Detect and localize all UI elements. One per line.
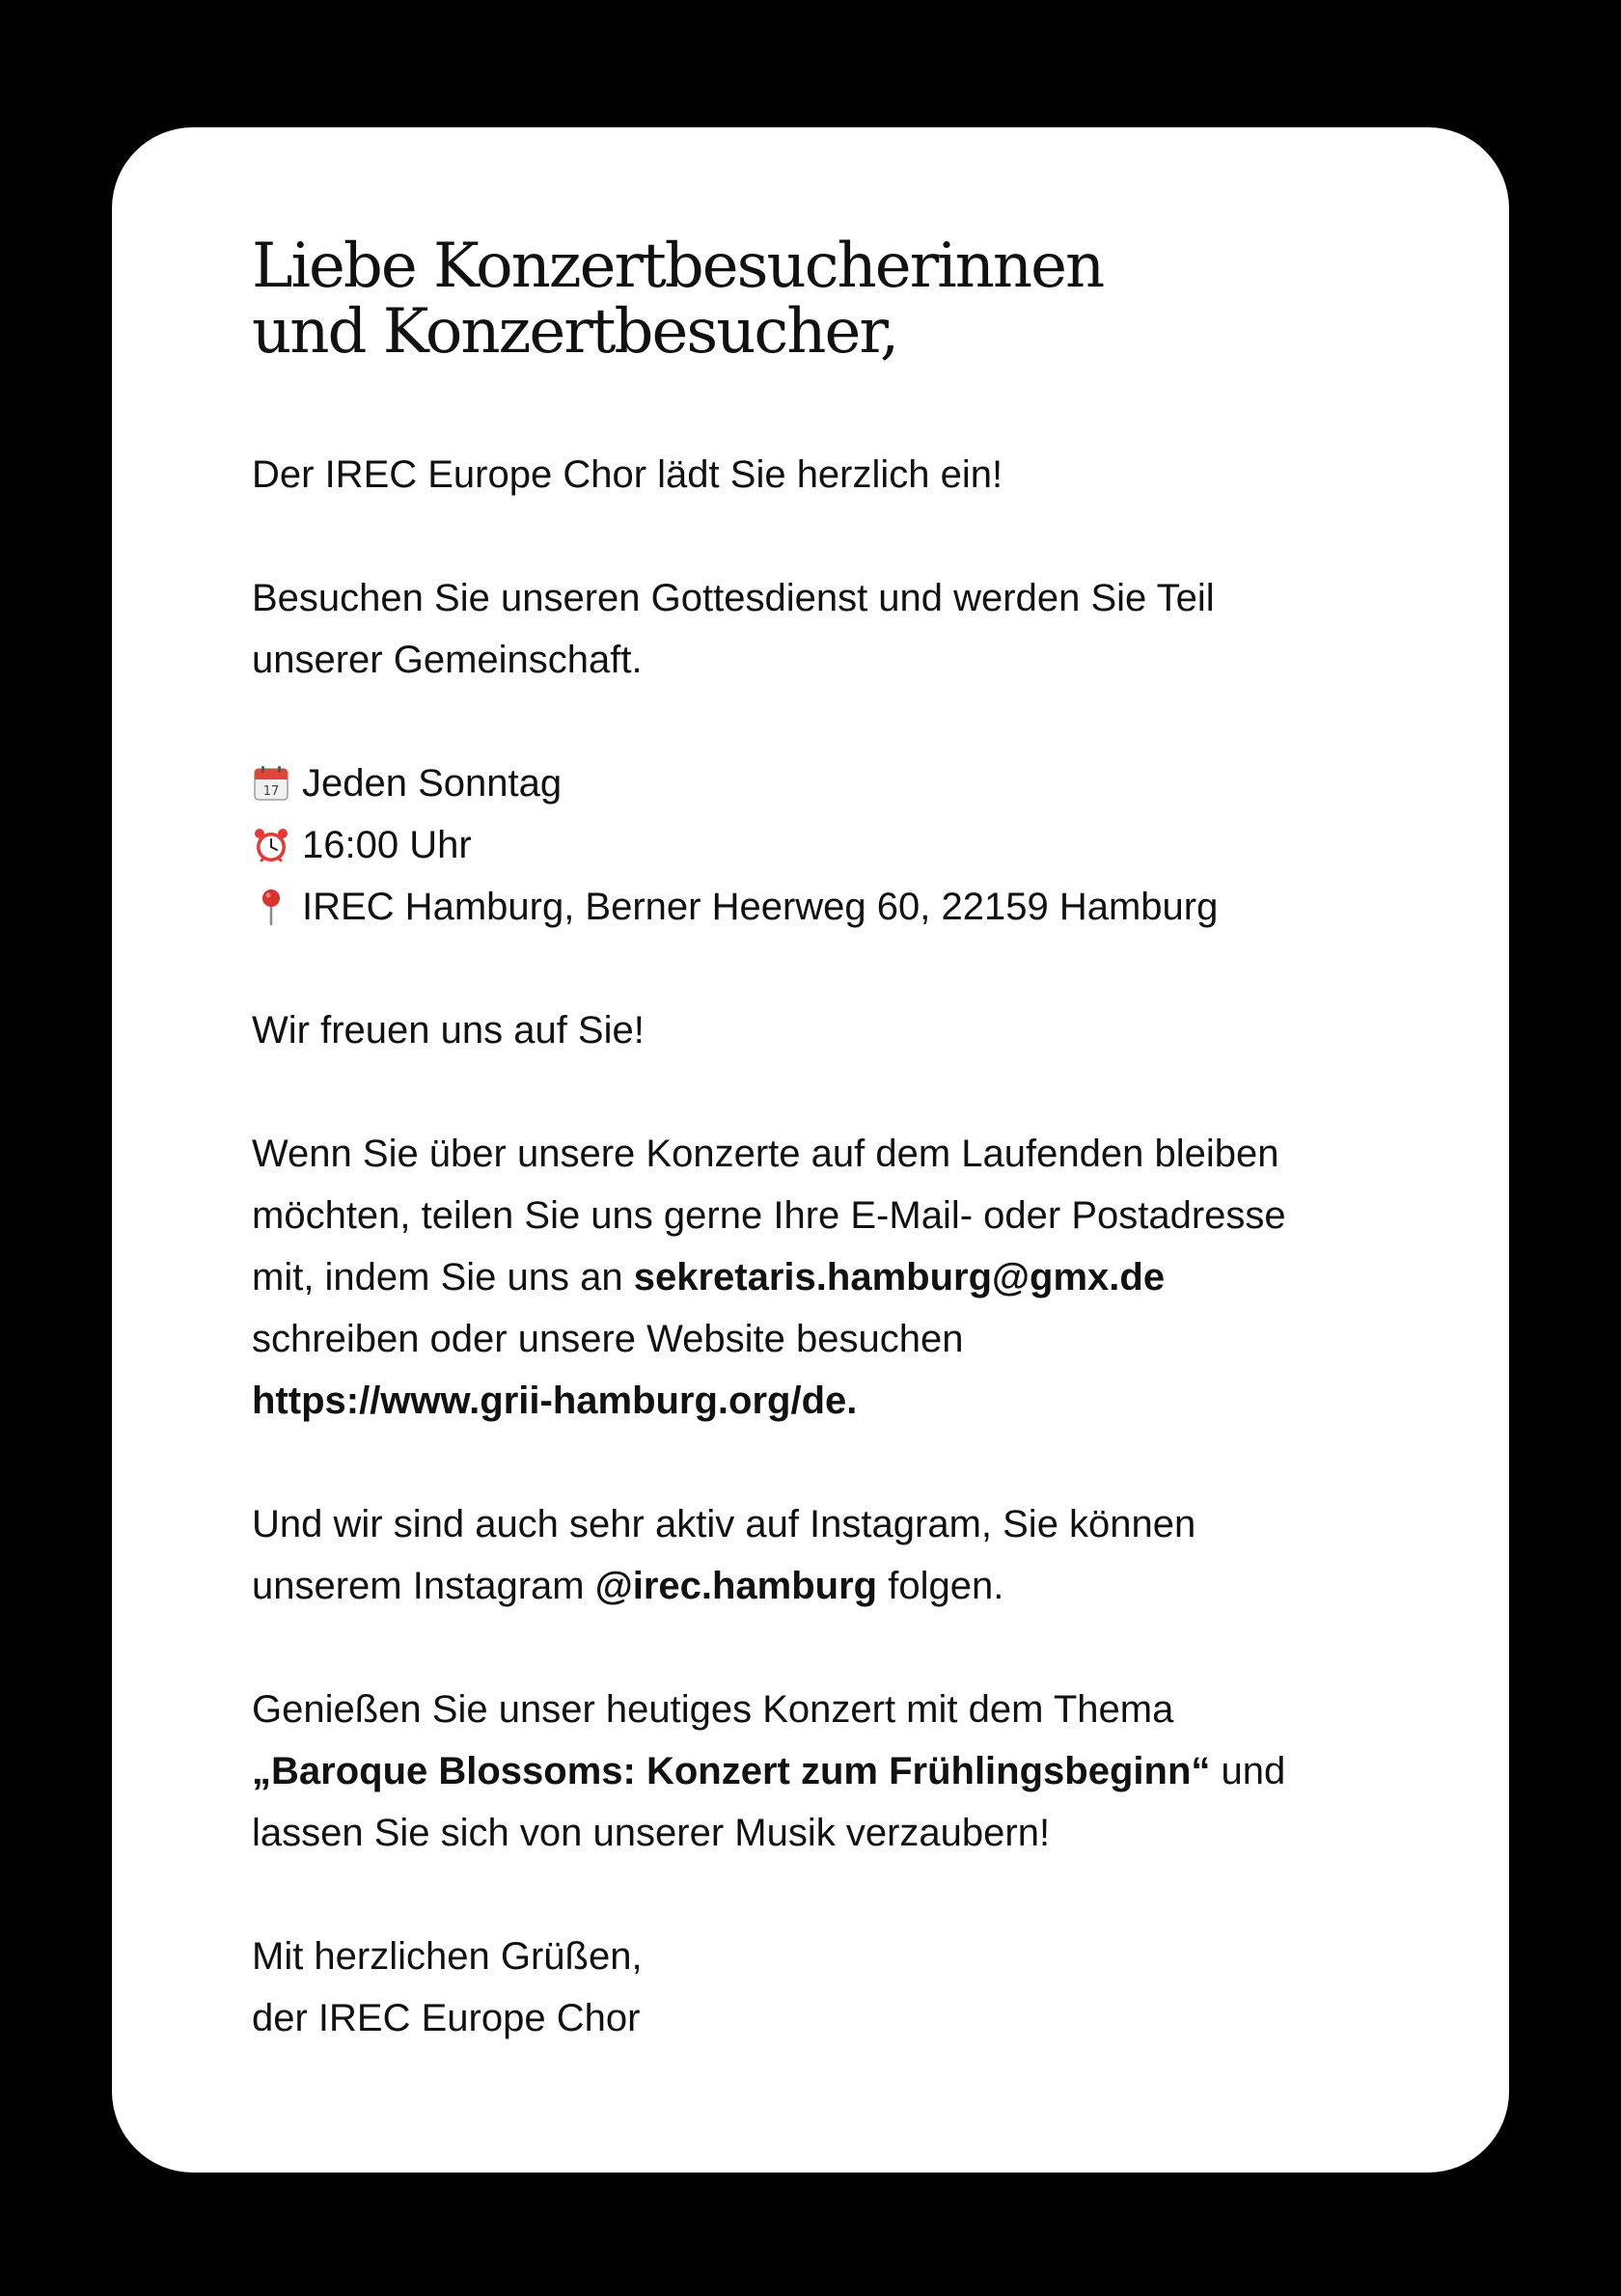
service-line-2: unserer Gemeinschaft.	[252, 639, 643, 681]
svg-text:17: 17	[263, 784, 280, 799]
contact-line-3: mit, indem Sie uns an sekretaris.hamburg…	[252, 1246, 1419, 1308]
detail-time: 16:00 Uhr	[252, 814, 1419, 876]
letter-card: Liebe Konzertbesucherinnen und Konzertbe…	[112, 127, 1509, 2173]
concert-line-1: Genießen Sie unser heutiges Konzert mit …	[252, 1688, 1174, 1731]
instagram-line-1: Und wir sind auch sehr aktiv auf Instagr…	[252, 1503, 1196, 1545]
closing-line-2: der IREC Europe Chor	[252, 1997, 641, 2039]
detail-time-text: 16:00 Uhr	[302, 824, 472, 866]
detail-day: 17 Jeden Sonntag	[252, 752, 1419, 814]
invite-text: Der IREC Europe Chor lädt Sie herzlich e…	[252, 453, 1003, 496]
instagram-line-2: unserem Instagram @irec.hamburg folgen.	[252, 1555, 1419, 1617]
contact-paragraph: Wenn Sie über unsere Konzerte auf dem La…	[252, 1123, 1419, 1432]
event-details: 17 Jeden Sonntag 16:00 Uhr IREC Hamburg,…	[252, 752, 1419, 938]
concert-title: „Baroque Blossoms: Konzert zum Frühlings…	[252, 1750, 1211, 1792]
detail-location: IREC Hamburg, Berner Heerweg 60, 22159 H…	[252, 876, 1419, 938]
instagram-handle[interactable]: @irec.hamburg	[595, 1565, 877, 1607]
pin-icon	[252, 888, 290, 926]
contact-line-1: Wenn Sie über unsere Konzerte auf dem La…	[252, 1133, 1279, 1175]
contact-line-2: möchten, teilen Sie uns gerne Ihre E-Mai…	[252, 1194, 1286, 1237]
closing-line-1: Mit herzlichen Grüßen,	[252, 1935, 643, 1978]
concert-paragraph: Genießen Sie unser heutiges Konzert mit …	[252, 1679, 1419, 1864]
detail-day-text: Jeden Sonntag	[302, 762, 563, 805]
service-line-1: Besuchen Sie unseren Gottesdienst und we…	[252, 577, 1215, 619]
heading-line-1: Liebe Konzertbesucherinnen	[252, 231, 1105, 302]
detail-location-text: IREC Hamburg, Berner Heerweg 60, 22159 H…	[302, 886, 1219, 928]
welcome-text: Wir freuen uns auf Sie!	[252, 1009, 645, 1052]
concert-line-3: lassen Sie sich von unserer Musik verzau…	[252, 1812, 1051, 1854]
contact-line-3-prefix: mit, indem Sie uns an	[252, 1256, 634, 1298]
letter-heading: Liebe Konzertbesucherinnen und Konzertbe…	[252, 233, 1419, 365]
letter-content: Liebe Konzertbesucherinnen und Konzertbe…	[252, 233, 1419, 2049]
calendar-icon: 17	[252, 764, 290, 803]
instagram-line-2-suffix: folgen.	[877, 1565, 1004, 1607]
concert-line-2-suffix: und	[1210, 1750, 1286, 1792]
alarm-clock-icon	[252, 826, 290, 864]
service-paragraph: Besuchen Sie unseren Gottesdienst und we…	[252, 567, 1419, 691]
closing-paragraph: Mit herzlichen Grüßen, der IREC Europe C…	[252, 1926, 1419, 2049]
concert-line-2: „Baroque Blossoms: Konzert zum Frühlings…	[252, 1740, 1419, 1802]
instagram-paragraph: Und wir sind auch sehr aktiv auf Instagr…	[252, 1493, 1419, 1617]
instagram-line-2-prefix: unserem Instagram	[252, 1565, 595, 1607]
heading-line-2: und Konzertbesucher,	[252, 296, 899, 368]
contact-line-4: schreiben oder unsere Website besuchen	[252, 1318, 964, 1360]
contact-email[interactable]: sekretaris.hamburg@gmx.de	[634, 1256, 1165, 1298]
website-link[interactable]: https://www.grii-hamburg.org/de.	[252, 1370, 1419, 1432]
